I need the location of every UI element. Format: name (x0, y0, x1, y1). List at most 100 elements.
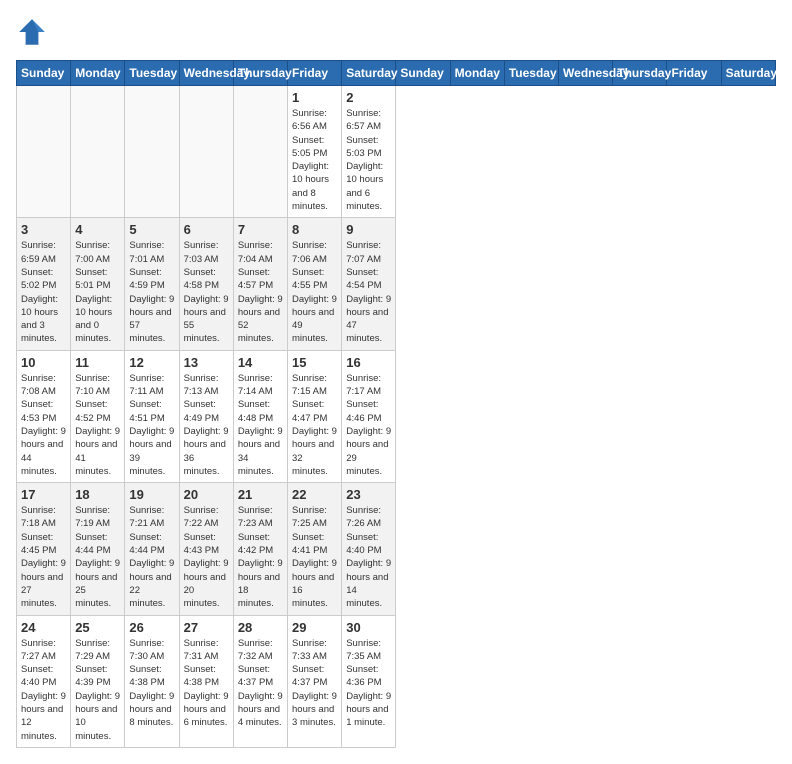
day-info: Sunrise: 7:22 AM Sunset: 4:43 PM Dayligh… (184, 504, 229, 610)
day-number: 9 (346, 222, 391, 237)
calendar-cell: 26 Sunrise: 7:30 AM Sunset: 4:38 PM Dayli… (125, 615, 179, 747)
day-number: 7 (238, 222, 283, 237)
calendar-cell: 11 Sunrise: 7:10 AM Sunset: 4:52 PM Dayli… (71, 350, 125, 482)
day-info: Sunrise: 7:25 AM Sunset: 4:41 PM Dayligh… (292, 504, 337, 610)
calendar-cell (179, 86, 233, 218)
day-info: Sunrise: 7:11 AM Sunset: 4:51 PM Dayligh… (129, 372, 174, 478)
logo (16, 16, 52, 48)
day-number: 20 (184, 487, 229, 502)
day-number: 12 (129, 355, 174, 370)
day-number: 28 (238, 620, 283, 635)
day-number: 19 (129, 487, 174, 502)
day-number: 3 (21, 222, 66, 237)
day-number: 18 (75, 487, 120, 502)
weekday-header-monday: Monday (71, 61, 125, 86)
day-number: 4 (75, 222, 120, 237)
day-number: 15 (292, 355, 337, 370)
day-number: 2 (346, 90, 391, 105)
day-info: Sunrise: 7:00 AM Sunset: 5:01 PM Dayligh… (75, 239, 120, 345)
weekday-header-wednesday: Wednesday (559, 61, 613, 86)
weekday-header-tuesday: Tuesday (125, 61, 179, 86)
calendar-cell: 5 Sunrise: 7:01 AM Sunset: 4:59 PM Daylig… (125, 218, 179, 350)
day-info: Sunrise: 7:04 AM Sunset: 4:57 PM Dayligh… (238, 239, 283, 345)
calendar-cell: 16 Sunrise: 7:17 AM Sunset: 4:46 PM Dayli… (342, 350, 396, 482)
day-number: 14 (238, 355, 283, 370)
day-info: Sunrise: 7:07 AM Sunset: 4:54 PM Dayligh… (346, 239, 391, 345)
day-number: 29 (292, 620, 337, 635)
day-number: 17 (21, 487, 66, 502)
weekday-header-sunday: Sunday (396, 61, 450, 86)
weekday-header-sunday: Sunday (17, 61, 71, 86)
calendar-cell: 1 Sunrise: 6:56 AM Sunset: 5:05 PM Daylig… (288, 86, 342, 218)
calendar-cell: 27 Sunrise: 7:31 AM Sunset: 4:38 PM Dayli… (179, 615, 233, 747)
calendar-cell: 17 Sunrise: 7:18 AM Sunset: 4:45 PM Dayli… (17, 483, 71, 615)
day-info: Sunrise: 7:26 AM Sunset: 4:40 PM Dayligh… (346, 504, 391, 610)
day-info: Sunrise: 7:31 AM Sunset: 4:38 PM Dayligh… (184, 637, 229, 730)
day-number: 10 (21, 355, 66, 370)
calendar-cell: 7 Sunrise: 7:04 AM Sunset: 4:57 PM Daylig… (233, 218, 287, 350)
day-number: 30 (346, 620, 391, 635)
day-info: Sunrise: 7:03 AM Sunset: 4:58 PM Dayligh… (184, 239, 229, 345)
day-info: Sunrise: 7:18 AM Sunset: 4:45 PM Dayligh… (21, 504, 66, 610)
calendar-cell: 28 Sunrise: 7:32 AM Sunset: 4:37 PM Dayli… (233, 615, 287, 747)
calendar-cell: 9 Sunrise: 7:07 AM Sunset: 4:54 PM Daylig… (342, 218, 396, 350)
day-number: 23 (346, 487, 391, 502)
weekday-header-thursday: Thursday (613, 61, 667, 86)
calendar-header-row: SundayMondayTuesdayWednesdayThursdayFrid… (17, 61, 776, 86)
day-info: Sunrise: 6:59 AM Sunset: 5:02 PM Dayligh… (21, 239, 66, 345)
calendar-cell: 20 Sunrise: 7:22 AM Sunset: 4:43 PM Dayli… (179, 483, 233, 615)
calendar-week-row: 3 Sunrise: 6:59 AM Sunset: 5:02 PM Daylig… (17, 218, 776, 350)
day-info: Sunrise: 7:32 AM Sunset: 4:37 PM Dayligh… (238, 637, 283, 730)
weekday-header-thursday: Thursday (233, 61, 287, 86)
day-info: Sunrise: 7:06 AM Sunset: 4:55 PM Dayligh… (292, 239, 337, 345)
day-number: 1 (292, 90, 337, 105)
day-number: 26 (129, 620, 174, 635)
day-number: 16 (346, 355, 391, 370)
day-number: 27 (184, 620, 229, 635)
calendar-cell (71, 86, 125, 218)
day-number: 6 (184, 222, 229, 237)
day-number: 5 (129, 222, 174, 237)
day-info: Sunrise: 7:14 AM Sunset: 4:48 PM Dayligh… (238, 372, 283, 478)
day-info: Sunrise: 7:30 AM Sunset: 4:38 PM Dayligh… (129, 637, 174, 730)
calendar-table: SundayMondayTuesdayWednesdayThursdayFrid… (16, 60, 776, 748)
calendar-week-row: 17 Sunrise: 7:18 AM Sunset: 4:45 PM Dayli… (17, 483, 776, 615)
calendar-cell: 18Sunrise: 7:19 AM Sunset: 4:44 PM Dayli… (71, 483, 125, 615)
day-info: Sunrise: 7:27 AM Sunset: 4:40 PM Dayligh… (21, 637, 66, 743)
calendar-cell: 30 Sunrise: 7:35 AM Sunset: 4:36 PM Dayli… (342, 615, 396, 747)
calendar-week-row: 10 Sunrise: 7:08 AM Sunset: 4:53 PM Dayli… (17, 350, 776, 482)
calendar-cell: 29Sunrise: 7:33 AM Sunset: 4:37 PM Dayli… (288, 615, 342, 747)
weekday-header-monday: Monday (450, 61, 504, 86)
day-info: Sunrise: 6:56 AM Sunset: 5:05 PM Dayligh… (292, 107, 337, 213)
day-number: 24 (21, 620, 66, 635)
calendar-cell: 21 Sunrise: 7:23 AM Sunset: 4:42 PM Dayli… (233, 483, 287, 615)
day-number: 13 (184, 355, 229, 370)
day-number: 11 (75, 355, 120, 370)
calendar-cell: 23 Sunrise: 7:26 AM Sunset: 4:40 PM Dayli… (342, 483, 396, 615)
day-info: Sunrise: 7:10 AM Sunset: 4:52 PM Dayligh… (75, 372, 120, 478)
calendar-cell (125, 86, 179, 218)
calendar-cell: 24 Sunrise: 7:27 AM Sunset: 4:40 PM Dayli… (17, 615, 71, 747)
calendar-cell: 14 Sunrise: 7:14 AM Sunset: 4:48 PM Dayli… (233, 350, 287, 482)
calendar-cell: 6 Sunrise: 7:03 AM Sunset: 4:58 PM Daylig… (179, 218, 233, 350)
day-info: Sunrise: 7:13 AM Sunset: 4:49 PM Dayligh… (184, 372, 229, 478)
header (16, 16, 776, 48)
weekday-header-tuesday: Tuesday (504, 61, 558, 86)
day-info: Sunrise: 7:21 AM Sunset: 4:44 PM Dayligh… (129, 504, 174, 610)
day-info: Sunrise: 7:29 AM Sunset: 4:39 PM Dayligh… (75, 637, 120, 743)
day-number: 25 (75, 620, 120, 635)
day-number: 8 (292, 222, 337, 237)
calendar-cell: 22 Sunrise: 7:25 AM Sunset: 4:41 PM Dayli… (288, 483, 342, 615)
day-number: 21 (238, 487, 283, 502)
day-info: Sunrise: 7:23 AM Sunset: 4:42 PM Dayligh… (238, 504, 283, 610)
calendar-week-row: 1 Sunrise: 6:56 AM Sunset: 5:05 PM Daylig… (17, 86, 776, 218)
calendar-cell (233, 86, 287, 218)
day-info: Sunrise: 7:08 AM Sunset: 4:53 PM Dayligh… (21, 372, 66, 478)
day-info: Sunrise: 7:01 AM Sunset: 4:59 PM Dayligh… (129, 239, 174, 345)
day-info: Sunrise: 6:57 AM Sunset: 5:03 PM Dayligh… (346, 107, 391, 213)
day-info: Sunrise: 7:17 AM Sunset: 4:46 PM Dayligh… (346, 372, 391, 478)
day-info: Sunrise: 7:35 AM Sunset: 4:36 PM Dayligh… (346, 637, 391, 730)
calendar-cell: 8 Sunrise: 7:06 AM Sunset: 4:55 PM Daylig… (288, 218, 342, 350)
day-number: 22 (292, 487, 337, 502)
calendar-cell: 25 Sunrise: 7:29 AM Sunset: 4:39 PM Dayli… (71, 615, 125, 747)
